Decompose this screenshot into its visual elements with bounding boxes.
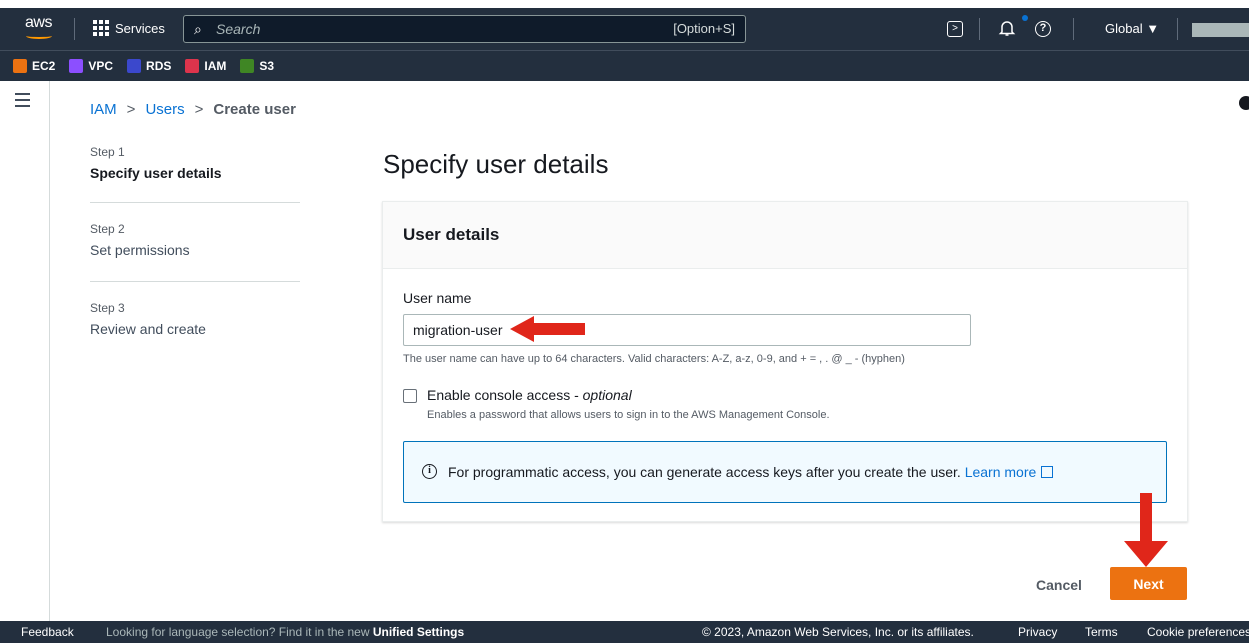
side-navigation-rail	[0, 81, 50, 621]
page-title: Specify user details	[383, 149, 609, 179]
wizard-step-3: Step 3 Review and create	[90, 301, 300, 337]
info-message: For programmatic access, you can generat…	[448, 464, 965, 480]
annotation-arrow-left-icon	[510, 316, 585, 342]
notifications-bell-icon[interactable]	[998, 19, 1016, 41]
step-title: Review and create	[90, 321, 206, 337]
wizard-step-1: Step 1 Specify user details	[90, 145, 300, 181]
nav-divider	[979, 18, 980, 40]
username-input[interactable]	[403, 314, 971, 346]
nav-divider	[74, 18, 75, 40]
search-placeholder: Search	[216, 21, 261, 37]
external-link-icon	[1041, 466, 1054, 478]
step-title: Specify user details	[90, 165, 222, 181]
favorite-label: IAM	[204, 59, 227, 73]
favorites-bar: EC2 VPC RDS IAM S3	[0, 50, 1249, 81]
favorite-iam[interactable]: IAM	[185, 59, 226, 73]
privacy-link[interactable]: Privacy	[1018, 625, 1057, 639]
panel-title: User details	[403, 225, 500, 244]
username-hint: The user name can have up to 64 characte…	[403, 353, 905, 365]
favorite-rds[interactable]: RDS	[127, 59, 171, 73]
step-number: Step 3	[90, 301, 125, 315]
aws-smile-icon	[26, 33, 52, 39]
nav-divider	[1073, 18, 1074, 40]
info-panel-toggle-icon[interactable]	[1239, 96, 1249, 110]
username-label: User name	[403, 290, 472, 306]
account-menu-redacted[interactable]	[1192, 23, 1249, 37]
help-icon[interactable]: ?	[1035, 21, 1051, 37]
nav-divider	[1177, 18, 1178, 40]
learn-more-link[interactable]: Learn more	[965, 464, 1037, 480]
favorite-ec2[interactable]: EC2	[13, 59, 55, 73]
step-divider	[90, 281, 300, 282]
cloudshell-icon[interactable]: >	[947, 21, 963, 37]
search-icon: ⌕	[194, 21, 202, 37]
aws-logo-text: aws	[25, 14, 52, 31]
console-access-checkbox[interactable]	[403, 389, 417, 403]
next-button[interactable]: Next	[1110, 567, 1187, 600]
feedback-link[interactable]: Feedback	[21, 625, 74, 639]
cancel-button[interactable]: Cancel	[1024, 570, 1094, 600]
copyright: © 2023, Amazon Web Services, Inc. or its…	[702, 625, 974, 639]
favorite-label: RDS	[146, 59, 172, 73]
console-label-text: Enable console access -	[427, 387, 583, 403]
step-title: Set permissions	[90, 242, 190, 258]
vpc-icon	[69, 59, 84, 73]
ec2-icon	[13, 59, 27, 73]
favorite-label: S3	[259, 59, 275, 73]
search-shortcut: [Option+S]	[673, 21, 735, 36]
chevron-right-icon: >	[126, 101, 136, 118]
s3-icon	[240, 59, 255, 73]
step-number: Step 1	[90, 145, 125, 159]
breadcrumb-iam[interactable]: IAM	[90, 101, 117, 118]
iam-icon	[185, 59, 200, 73]
region-selector[interactable]: Global ▼	[1105, 21, 1159, 36]
unified-settings-link[interactable]: Unified Settings	[373, 625, 464, 639]
wizard-step-2: Step 2 Set permissions	[90, 222, 300, 258]
console-access-label[interactable]: Enable console access - optional	[427, 387, 632, 403]
services-label: Services	[115, 20, 165, 36]
cookie-preferences-link[interactable]: Cookie preferences	[1147, 625, 1249, 639]
footer: Feedback Looking for language selection?…	[0, 621, 1249, 643]
favorite-vpc[interactable]: VPC	[69, 59, 113, 73]
console-access-description: Enables a password that allows users to …	[427, 409, 830, 421]
favorite-label: VPC	[88, 59, 114, 73]
language-text: Looking for language selection? Find it …	[106, 625, 373, 639]
breadcrumb: IAM > Users > Create user	[90, 101, 296, 118]
favorite-s3[interactable]: S3	[240, 59, 274, 73]
favorite-label: EC2	[32, 59, 56, 73]
top-navigation: aws Services ⌕ Search [Option+S] > ? Glo…	[0, 0, 1249, 50]
info-alert-text: For programmatic access, you can generat…	[448, 464, 1054, 480]
aws-logo[interactable]: aws	[25, 14, 52, 39]
panel-header: User details	[383, 202, 1187, 269]
info-alert: i For programmatic access, you can gener…	[403, 441, 1167, 503]
step-divider	[90, 202, 300, 203]
chevron-right-icon: >	[194, 101, 204, 118]
console-optional-text: optional	[582, 387, 632, 403]
breadcrumb-current: Create user	[213, 101, 296, 118]
user-details-panel: User details User name The user name can…	[382, 201, 1188, 522]
step-number: Step 2	[90, 222, 125, 236]
info-icon: i	[422, 464, 437, 479]
notification-dot	[1022, 15, 1028, 21]
language-notice: Looking for language selection? Find it …	[106, 625, 464, 639]
terms-link[interactable]: Terms	[1085, 625, 1118, 639]
services-menu-button[interactable]: Services	[93, 20, 165, 36]
menu-icon[interactable]	[15, 93, 30, 111]
breadcrumb-users[interactable]: Users	[145, 101, 184, 118]
rds-icon	[127, 59, 142, 73]
annotation-arrow-down-icon	[1124, 493, 1168, 567]
services-grid-icon	[93, 20, 109, 36]
search-input[interactable]: ⌕ Search [Option+S]	[183, 15, 746, 43]
